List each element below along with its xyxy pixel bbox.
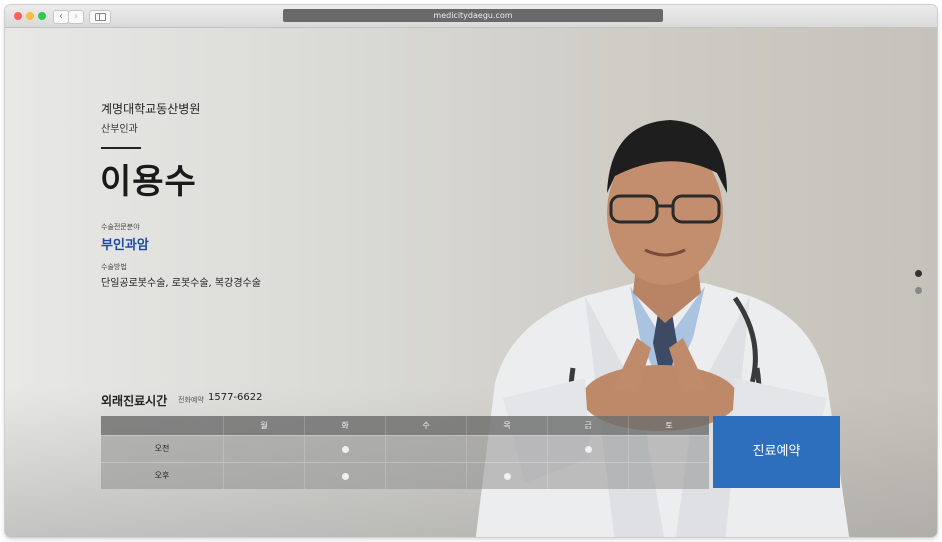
close-window-button[interactable] — [14, 12, 22, 20]
appointment-button[interactable]: 진료예약 — [713, 416, 840, 488]
browser-window: ‹ › medicitydaegu.com 계명대학교동산병원 산부인과 이용수… — [5, 5, 937, 537]
maximize-window-button[interactable] — [38, 12, 46, 20]
schedule-header-row: 월 화 수 목 금 토 — [101, 416, 709, 435]
address-bar[interactable]: medicitydaegu.com — [283, 9, 663, 22]
minimize-window-button[interactable] — [26, 12, 34, 20]
available-mark-icon — [341, 472, 349, 480]
specialty-value: 부인과암 — [101, 238, 149, 253]
day-header: 금 — [547, 416, 628, 435]
department-name: 산부인과 — [101, 124, 138, 135]
forward-arrow-icon[interactable]: › — [68, 10, 84, 24]
sidebar-toggle-button[interactable] — [89, 10, 111, 24]
surgery-method-label: 수술방법 — [101, 263, 127, 271]
page-content: 계명대학교동산병원 산부인과 이용수 수술전문분야 부인과암 수술방법 단일공로… — [5, 28, 937, 537]
session-label: 오후 — [154, 471, 170, 480]
day-header: 화 — [304, 416, 385, 435]
doctor-name: 이용수 — [100, 162, 197, 202]
sidebar-icon — [95, 13, 106, 21]
day-header: 목 — [466, 416, 547, 435]
day-header: 토 — [628, 416, 709, 435]
session-label: 오전 — [154, 444, 170, 453]
slide-indicator-dot[interactable] — [915, 270, 922, 277]
schedule-slot — [304, 463, 385, 489]
schedule-corner-cell — [101, 416, 223, 435]
title-divider — [101, 147, 141, 149]
available-mark-icon — [584, 445, 592, 453]
schedule-row-morning: 오전 — [101, 435, 709, 462]
schedule-slot — [223, 436, 304, 462]
schedule-slot — [547, 436, 628, 462]
schedule-slot — [628, 436, 709, 462]
schedule-slot — [385, 436, 466, 462]
specialty-label: 수술전문분야 — [101, 223, 140, 231]
back-arrow-icon[interactable]: ‹ — [53, 10, 69, 24]
phone-number[interactable]: 1577-6622 — [208, 392, 263, 403]
schedule-slot — [385, 463, 466, 489]
day-header: 수 — [385, 416, 466, 435]
schedule-slot — [466, 463, 547, 489]
available-mark-icon — [341, 445, 349, 453]
slide-indicator-dot[interactable] — [915, 287, 922, 294]
clinic-hours-title: 외래진료시간 — [101, 394, 168, 408]
available-mark-icon — [503, 472, 511, 480]
day-header: 월 — [223, 416, 304, 435]
schedule-slot — [466, 436, 547, 462]
schedule-slot — [223, 463, 304, 489]
schedule-slot — [304, 436, 385, 462]
clinic-schedule-table: 월 화 수 목 금 토 오전 오후 — [101, 416, 709, 489]
surgery-method-value: 단일공로봇수술, 로봇수술, 복강경수술 — [101, 278, 261, 289]
hospital-name: 계명대학교동산병원 — [101, 102, 201, 116]
schedule-slot — [547, 463, 628, 489]
schedule-row-afternoon: 오후 — [101, 462, 709, 489]
browser-toolbar: ‹ › medicitydaegu.com — [5, 5, 937, 28]
schedule-slot — [628, 463, 709, 489]
phone-reservation-label: 전화예약 — [178, 396, 204, 404]
